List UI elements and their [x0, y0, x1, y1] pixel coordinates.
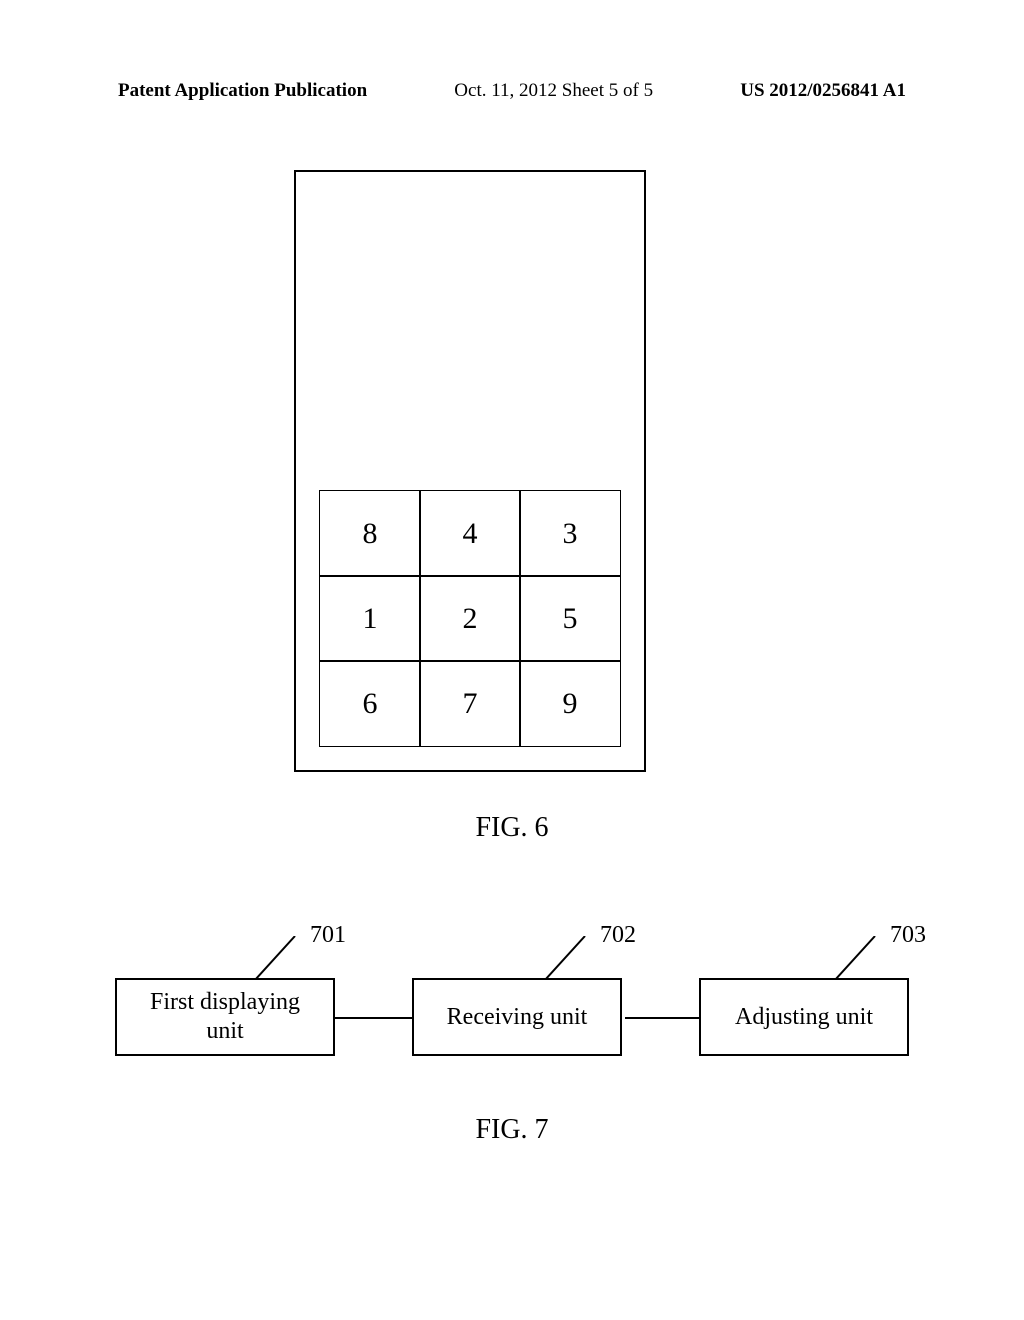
header-publication-number: US 2012/0256841 A1 — [740, 80, 906, 102]
grid-cell: 8 — [319, 490, 421, 577]
block-label: First displaying unit — [150, 988, 300, 1046]
callout-line-icon — [545, 936, 595, 980]
keypad-grid: 8 4 3 1 2 5 6 7 9 — [320, 491, 620, 746]
connector-line — [625, 1017, 705, 1019]
blocks-row: 701 702 703 First displaying unit Receiv… — [115, 978, 909, 1056]
page-header: Patent Application Publication Oct. 11, … — [0, 80, 1024, 102]
block-diagram: 701 702 703 First displaying unit Receiv… — [115, 978, 909, 1056]
block-adjusting-unit: Adjusting unit — [699, 978, 909, 1056]
grid-cell: 1 — [319, 575, 421, 662]
callout-line-icon — [255, 936, 305, 980]
header-date-sheet: Oct. 11, 2012 Sheet 5 of 5 — [454, 80, 653, 102]
reference-numeral-703: 703 — [890, 922, 926, 949]
grid-cell: 9 — [519, 660, 621, 747]
block-receiving-unit: Receiving unit — [412, 978, 622, 1056]
grid-cell: 7 — [419, 660, 521, 747]
grid-cell: 5 — [519, 575, 621, 662]
header-publication-type: Patent Application Publication — [118, 80, 367, 102]
grid-cell: 2 — [419, 575, 521, 662]
reference-numeral-701: 701 — [310, 922, 346, 949]
grid-cell: 6 — [319, 660, 421, 747]
reference-numeral-702: 702 — [600, 922, 636, 949]
block-first-displaying-unit: First displaying unit — [115, 978, 335, 1056]
figure-6-label: FIG. 6 — [0, 812, 1024, 844]
callout-line-icon — [835, 936, 885, 980]
grid-cell: 3 — [519, 490, 621, 577]
grid-cell: 4 — [419, 490, 521, 577]
connector-line — [335, 1017, 415, 1019]
device-frame: 8 4 3 1 2 5 6 7 9 — [294, 170, 646, 772]
block-label: Adjusting unit — [735, 1003, 873, 1032]
block-label: Receiving unit — [447, 1003, 588, 1032]
figure-7-label: FIG. 7 — [0, 1114, 1024, 1146]
